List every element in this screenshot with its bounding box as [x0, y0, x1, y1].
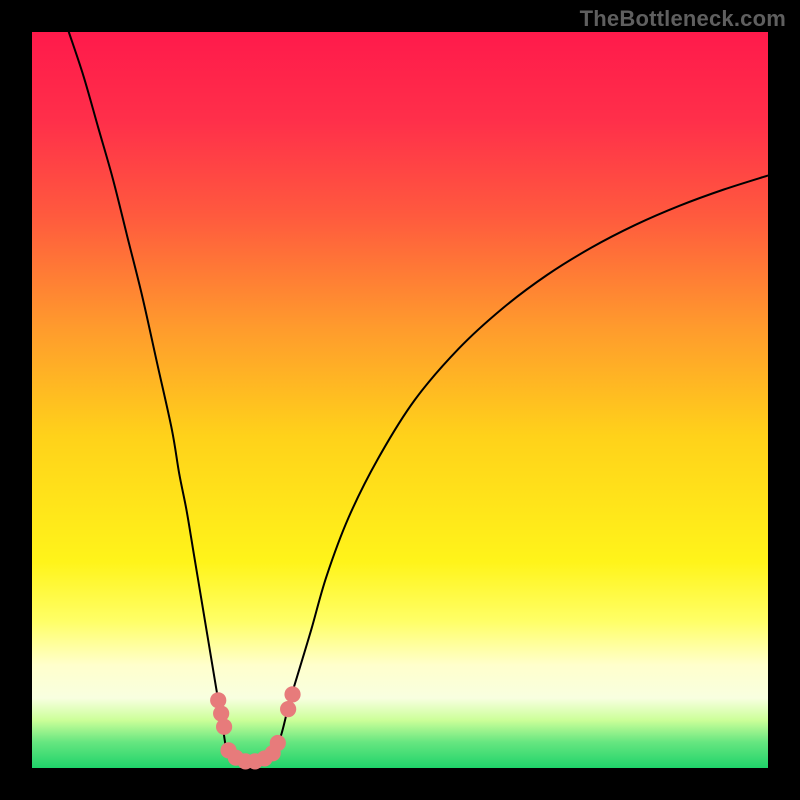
- curve-layer: [32, 32, 768, 768]
- watermark-text: TheBottleneck.com: [580, 6, 786, 32]
- bottleneck-curve: [69, 32, 768, 763]
- chart-stage: TheBottleneck.com: [0, 0, 800, 800]
- data-marker: [280, 701, 296, 717]
- plot-area: [32, 32, 768, 768]
- data-marker: [270, 735, 286, 751]
- data-marker: [284, 686, 300, 702]
- data-marker: [216, 719, 232, 735]
